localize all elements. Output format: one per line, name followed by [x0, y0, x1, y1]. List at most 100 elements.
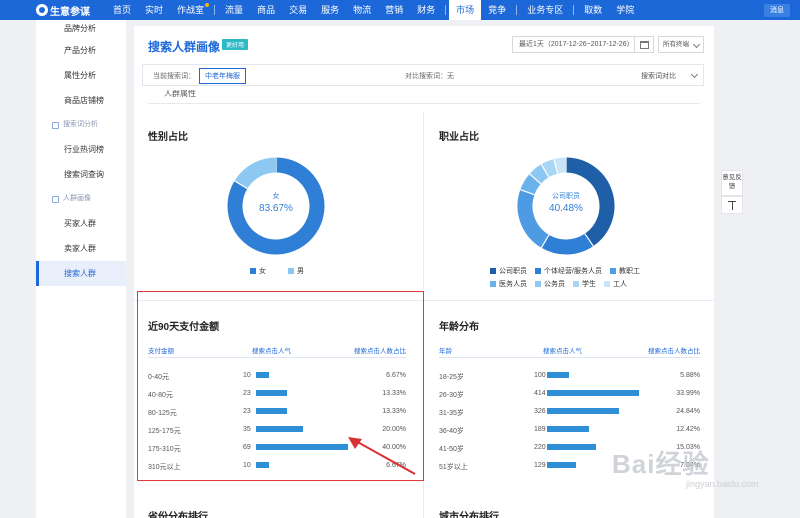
nav-divider: [445, 5, 447, 15]
page-title: 搜索人群画像: [148, 40, 221, 54]
legend-swatch: [535, 281, 541, 287]
sidebar-item-shop-ranking[interactable]: 商品店铺榜: [36, 88, 126, 113]
brand[interactable]: 生意参谋: [0, 3, 106, 18]
legend-label: 学生: [582, 281, 596, 288]
occupation-slice-4[interactable]: [529, 164, 550, 185]
legend-label: 女: [259, 268, 266, 275]
nav-item-finance[interactable]: 财务: [410, 0, 442, 20]
compare-terms-button[interactable]: 搜索词对比: [641, 71, 676, 81]
nav-item-marketing[interactable]: 营销: [378, 0, 410, 20]
nav-divider: [573, 5, 575, 15]
legend-item[interactable]: 男: [288, 266, 304, 276]
watermark-logo: Bai经验: [612, 449, 710, 479]
occupation-panel-title: 职业占比: [439, 132, 479, 143]
legend-item[interactable]: 教职工: [609, 266, 640, 276]
gender-slice-1[interactable]: [234, 157, 277, 190]
search-term-bar: 当前搜索词： 中老年梅服 对比搜索词：无 搜索词对比: [142, 64, 704, 86]
message-button[interactable]: 消息: [764, 4, 790, 17]
gender-center-label: 女: [273, 191, 280, 200]
status-badge: 更好用: [222, 39, 249, 50]
nav-item-data-fetch[interactable]: 取数: [577, 0, 609, 20]
terminal-select[interactable]: 所有终端: [658, 36, 704, 53]
nav-item-logistics[interactable]: 物流: [346, 0, 378, 20]
legend-swatch: [250, 268, 256, 274]
legend-item[interactable]: 学生: [573, 279, 596, 289]
nav-item-market[interactable]: 市场: [449, 0, 482, 20]
calendar-button[interactable]: [634, 36, 654, 53]
occupation-slice-2[interactable]: [517, 189, 550, 248]
current-term-chip[interactable]: 中老年梅服: [199, 68, 246, 84]
sidebar-item-product-analysis[interactable]: 产品分析: [36, 38, 126, 63]
nav-divider: [516, 5, 518, 15]
row-value: 189: [534, 426, 546, 433]
legend-swatch: [573, 281, 579, 287]
row-bar: [547, 390, 639, 396]
legend-item[interactable]: 女: [250, 266, 266, 276]
legend-item[interactable]: 公务员: [535, 279, 565, 289]
occupation-legend: 公司职员 个体经营/服务人员 教职工医务人员 公务员 学生 工人: [490, 266, 660, 289]
legend-label: 教职工: [618, 268, 640, 275]
occupation-slice-3[interactable]: [520, 173, 542, 196]
header-card: 搜索人群画像 更好用 最近1天（2017-12-26~2017-12-26） 所…: [134, 26, 714, 90]
sidebar-item-seller-persona[interactable]: 卖家人群: [36, 236, 126, 261]
nav-item-traffic[interactable]: 流量: [218, 0, 250, 20]
legend-item[interactable]: 个体经营/服务人员: [535, 266, 602, 276]
search-analysis-icon: [52, 121, 59, 129]
section-header: 人群属性: [148, 90, 700, 104]
brand-logo-icon: [36, 4, 48, 16]
compare-term-label: 对比搜索词：无: [405, 73, 454, 80]
nav-item-product[interactable]: 商品: [250, 0, 282, 20]
top-nav: 生意参谋 首页 实时 作战室 流量 商品 交易 服务 物流 营销 财务 市场 竞…: [0, 0, 800, 20]
occupation-slice-6[interactable]: [553, 157, 567, 174]
row-label: 36-40岁: [439, 428, 464, 435]
city-panel-title: 城市分布排行: [439, 512, 499, 518]
nav-item-trade[interactable]: 交易: [282, 0, 314, 20]
nav-item-warroom[interactable]: 作战室: [170, 0, 211, 20]
section-title: 人群属性: [164, 90, 196, 98]
legend-label: 工人: [613, 281, 627, 288]
nav-item-business[interactable]: 业务专区: [520, 0, 570, 20]
occupation-donut-chart: 公司职员 40.48%: [517, 157, 615, 255]
column-header: 搜索点击人数占比: [648, 348, 700, 355]
occupation-slice-5[interactable]: [541, 159, 558, 178]
annotation-arrow: [348, 437, 416, 475]
chevron-down-icon[interactable]: [690, 70, 699, 79]
legend-item[interactable]: 工人: [604, 279, 627, 289]
arrow-shaft: [353, 439, 416, 475]
row-value: 220: [534, 444, 546, 451]
nav-item-academy[interactable]: 学院: [609, 0, 641, 20]
nav-item-home[interactable]: 首页: [106, 0, 138, 20]
nav-item-competition[interactable]: 竞争: [481, 0, 513, 20]
legend-swatch: [490, 281, 496, 287]
feedback-button[interactable]: 意见反馈: [721, 170, 743, 196]
date-range-select[interactable]: 最近1天（2017-12-26~2017-12-26）: [512, 36, 654, 53]
row-value: 100: [534, 372, 546, 379]
current-term-label: 当前搜索词：: [153, 73, 195, 80]
legend-label: 医务人员: [499, 281, 527, 288]
age-panel-title: 年龄分布: [439, 322, 479, 333]
row-label: 26-30岁: [439, 392, 464, 399]
table-header: 年龄 搜索点击人气 搜索点击人数占比: [439, 345, 700, 355]
sidebar-item-brand-analysis[interactable]: 品牌分析: [36, 20, 126, 38]
nav-item-warroom-label: 作战室: [177, 5, 205, 15]
brand-name: 生意参谋: [50, 6, 90, 18]
occupation-slice-1[interactable]: [541, 233, 594, 255]
legend-swatch: [609, 268, 616, 274]
legend-item[interactable]: 医务人员: [490, 279, 527, 289]
row-label: 31-35岁: [439, 410, 464, 417]
back-to-top-button[interactable]: [721, 196, 743, 214]
province-panel-title: 省份分布排行: [148, 512, 208, 518]
sidebar-item-attribute-analysis[interactable]: 属性分析: [36, 63, 126, 88]
sidebar-item-hot-terms[interactable]: 行业热词榜: [36, 137, 126, 162]
row-bar: [547, 444, 596, 450]
sidebar-item-search-persona[interactable]: 搜索人群: [36, 261, 126, 286]
sidebar-item-term-query[interactable]: 搜索词查询: [36, 162, 126, 187]
nav-item-service[interactable]: 服务: [314, 0, 346, 20]
legend-item[interactable]: 公司职员: [490, 266, 527, 276]
gender-legend: 女 男: [250, 266, 304, 276]
watermark: Bai经验 jingyan.baidu.com: [612, 444, 759, 489]
feedback-label: 意见反馈: [722, 174, 742, 190]
occupation-center-label: 公司职员: [552, 192, 580, 200]
nav-item-realtime[interactable]: 实时: [138, 0, 170, 20]
sidebar-item-buyer-persona[interactable]: 买家人群: [36, 211, 126, 236]
